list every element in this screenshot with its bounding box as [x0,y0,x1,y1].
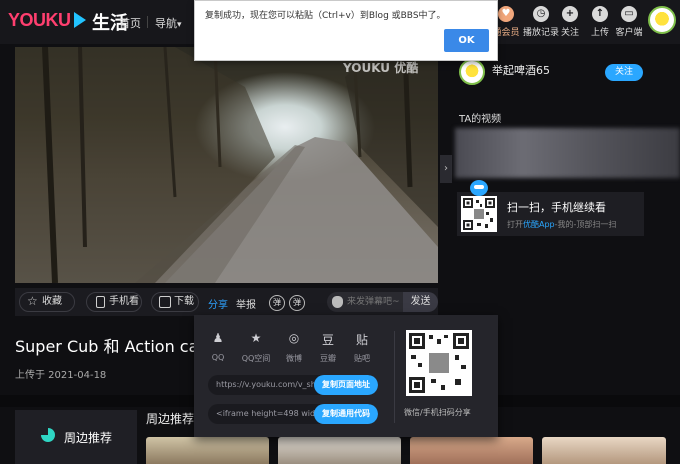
star-icon: ☆ [27,294,38,308]
upload-icon: ↑ [592,6,608,22]
qq-icon: ♟ [212,331,224,345]
download-icon [159,296,171,308]
ok-button[interactable]: OK [444,29,489,52]
share-qq[interactable]: ♟ QQ [198,331,238,362]
nav-label: 导航 [155,17,177,30]
report-button[interactable]: 举报 [236,296,256,311]
upload-date: 上传于 2021-04-18 [15,370,107,381]
chevron-down-icon: ▾ [177,20,182,30]
download-label: 下载 [174,296,194,307]
danmu-settings[interactable]: 弹 [289,295,305,311]
mascot-icon [470,180,488,196]
user-avatar[interactable] [648,6,676,34]
download-button[interactable]: 下载 [151,292,199,312]
chevron-right-icon[interactable]: › [440,155,452,183]
scan-subtitle: 打开优酷App-我的-顶部扫一扫 [507,220,617,229]
follow-icon: + [562,6,578,22]
share-button[interactable]: 分享 [208,296,228,311]
client-icon: ▭ [621,6,637,22]
recommend-tab[interactable]: 周边推荐 [15,410,137,464]
copy-success-dialog: 复制成功，现在您可以粘贴（Ctrl+v）到Blog 或BBS中了。 OK [194,0,498,61]
recommend-thumbnail[interactable] [146,437,269,464]
danmu-toggle[interactable]: 弹 [269,295,285,311]
phone-icon [96,296,105,308]
copy-page-url-button[interactable]: 复制页面地址 [314,375,378,395]
recommend-thumbnail[interactable] [542,437,666,464]
follow-button[interactable]: 关注 [605,64,643,81]
header-divider [147,16,148,28]
share-divider [394,331,395,423]
nav-menu[interactable]: 导航▾ [155,15,182,31]
video-action-bar: ☆ 收藏 手机看 下载 分享 举报 弹 弹 来发弹幕吧~ 发送 [15,288,438,316]
share-panel: ♟ QQ ★ QQ空间 ◎ 微博 豆 豆瓣 贴 贴吧 https://v.you… [194,315,498,437]
uploader-videos-title: TA的视频 [459,114,502,125]
recommend-heading: 周边推荐 [146,412,195,426]
share-douban-label: 豆瓣 [320,354,336,363]
favorite-label: 收藏 [42,296,62,307]
share-qzone-label: QQ空间 [241,354,271,363]
page-url-value: https://v.youku.com/v_sh [216,380,316,389]
recommend-icon [41,428,55,442]
send-danmu-button[interactable]: 发送 [403,292,438,312]
danmu-placeholder: 来发弹幕吧~ [347,297,400,307]
uploader-name[interactable]: 举起啤酒65 [492,62,550,78]
tieba-icon: 贴 [355,333,368,347]
video-title: Super Cub 和 Action ca [15,337,195,356]
favorite-button[interactable]: ☆ 收藏 [19,292,75,312]
scan-title: 扫一扫，手机继续看 [507,201,606,214]
embed-code-field[interactable]: <iframe height=498 width 复制通用代码 [208,404,378,424]
danmu-input[interactable]: 来发弹幕吧~ [327,292,413,312]
upload-label: 上传 [590,28,609,38]
dialog-message: 复制成功，现在您可以粘贴（Ctrl+v）到Blog 或BBS中了。 [205,11,446,21]
embed-code-value: <iframe height=498 width [216,409,324,418]
qr-code-small [461,196,497,232]
follow-nav-label: 关注 [560,28,579,38]
share-qq-label: QQ [211,353,225,362]
recommend-thumbnail[interactable] [278,437,401,464]
vip-icon: ♥ [498,6,514,22]
share-tieba-label: 贴吧 [354,354,370,363]
history-icon: ◷ [533,6,549,22]
video-frame [15,47,438,283]
youku-logo[interactable]: YOUKU [8,10,86,31]
client-label: 客户端 [615,28,643,38]
share-qzone[interactable]: ★ QQ空间 [236,331,276,364]
uploader-video-thumbnail[interactable] [455,128,680,178]
client-button[interactable]: ▭ 客户端 [609,6,649,38]
share-weibo-label: 微博 [286,354,302,363]
recommend-thumbnail[interactable] [410,437,533,464]
watch-on-phone-button[interactable]: 手机看 [86,292,142,312]
shield-icon [332,296,343,308]
video-player[interactable]: YOUKU 优酷 [15,47,438,283]
home-link[interactable]: 首页 [119,15,141,31]
video-watermark: YOUKU 优酷 [343,61,419,75]
page-url-field[interactable]: https://v.youku.com/v_sh 复制页面地址 [208,375,378,395]
uploader-avatar[interactable] [459,59,485,85]
copy-embed-code-button[interactable]: 复制通用代码 [314,404,378,424]
qzone-icon: ★ [250,331,262,345]
share-qr-code [406,330,472,396]
logo-play-icon [73,12,86,28]
share-tieba[interactable]: 贴 贴吧 [342,331,382,364]
watch-on-phone-label: 手机看 [109,296,139,307]
recommend-tab-label: 周边推荐 [64,431,113,445]
qr-caption: 微信/手机扫码分享 [404,408,471,417]
